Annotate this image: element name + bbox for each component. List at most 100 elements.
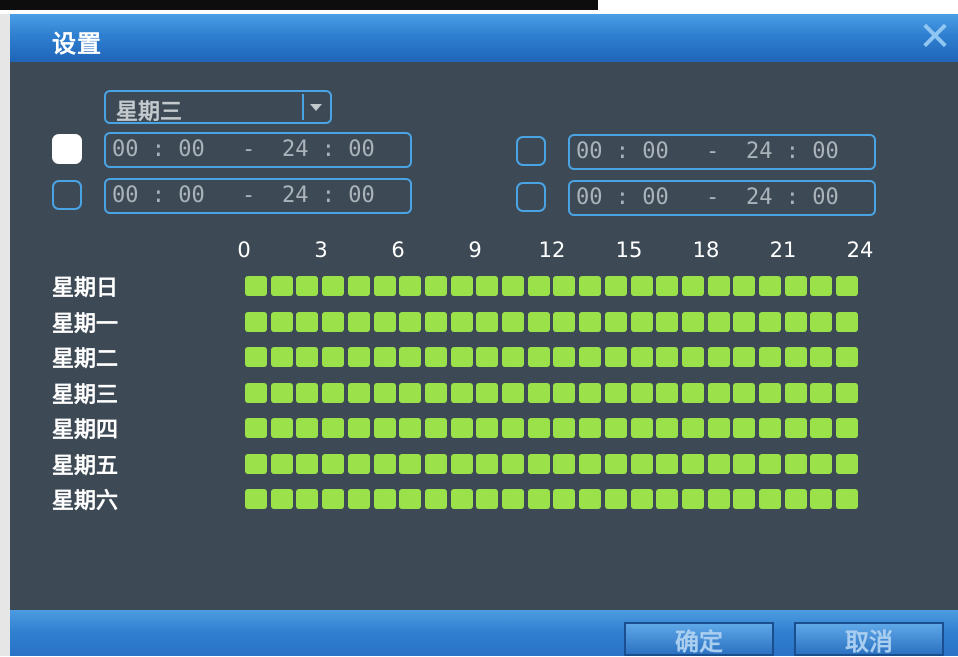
- schedule-cell[interactable]: [759, 312, 781, 332]
- schedule-cell[interactable]: [399, 276, 421, 296]
- schedule-cell[interactable]: [579, 276, 601, 296]
- schedule-cell[interactable]: [245, 418, 267, 438]
- schedule-cell[interactable]: [656, 454, 678, 474]
- schedule-cell[interactable]: [836, 347, 858, 367]
- schedule-cell[interactable]: [579, 489, 601, 509]
- schedule-cell[interactable]: [374, 454, 396, 474]
- schedule-cell[interactable]: [605, 489, 627, 509]
- schedule-cell[interactable]: [785, 276, 807, 296]
- schedule-cell[interactable]: [451, 347, 473, 367]
- schedule-cell[interactable]: [579, 383, 601, 403]
- schedule-cell[interactable]: [579, 454, 601, 474]
- schedule-cell[interactable]: [476, 454, 498, 474]
- schedule-cell[interactable]: [348, 454, 370, 474]
- schedule-cell[interactable]: [271, 454, 293, 474]
- schedule-cell[interactable]: [708, 383, 730, 403]
- schedule-cell[interactable]: [759, 276, 781, 296]
- schedule-cell[interactable]: [682, 489, 704, 509]
- schedule-cell[interactable]: [271, 347, 293, 367]
- schedule-cell[interactable]: [785, 383, 807, 403]
- schedule-cell[interactable]: [322, 454, 344, 474]
- schedule-cell[interactable]: [399, 489, 421, 509]
- schedule-cell[interactable]: [502, 489, 524, 509]
- schedule-cell[interactable]: [759, 489, 781, 509]
- schedule-cell[interactable]: [348, 312, 370, 332]
- schedule-cell[interactable]: [399, 383, 421, 403]
- schedule-cell[interactable]: [502, 383, 524, 403]
- schedule-cell[interactable]: [553, 383, 575, 403]
- schedule-cell[interactable]: [733, 312, 755, 332]
- schedule-cell[interactable]: [502, 276, 524, 296]
- schedule-cell[interactable]: [759, 383, 781, 403]
- period-4-checkbox[interactable]: [516, 182, 546, 212]
- period-4-time-field[interactable]: 00 : 00 - 24 : 00: [568, 180, 876, 216]
- schedule-cell[interactable]: [810, 347, 832, 367]
- schedule-cell[interactable]: [374, 489, 396, 509]
- period-2-start[interactable]: 00 : 00: [112, 183, 205, 208]
- schedule-cell[interactable]: [348, 489, 370, 509]
- schedule-cell[interactable]: [810, 312, 832, 332]
- schedule-cell[interactable]: [579, 418, 601, 438]
- schedule-cell[interactable]: [374, 312, 396, 332]
- schedule-cell[interactable]: [605, 454, 627, 474]
- schedule-cell[interactable]: [836, 489, 858, 509]
- schedule-cell[interactable]: [836, 418, 858, 438]
- schedule-cell[interactable]: [656, 276, 678, 296]
- schedule-cell[interactable]: [425, 383, 447, 403]
- schedule-cell[interactable]: [348, 276, 370, 296]
- schedule-cell[interactable]: [296, 383, 318, 403]
- schedule-cell[interactable]: [425, 418, 447, 438]
- schedule-cell[interactable]: [656, 383, 678, 403]
- schedule-cell[interactable]: [451, 276, 473, 296]
- schedule-cell[interactable]: [785, 347, 807, 367]
- schedule-cell[interactable]: [271, 383, 293, 403]
- schedule-cell[interactable]: [605, 347, 627, 367]
- schedule-cell[interactable]: [733, 418, 755, 438]
- schedule-cell[interactable]: [553, 276, 575, 296]
- schedule-cell[interactable]: [528, 276, 550, 296]
- schedule-cell[interactable]: [553, 418, 575, 438]
- schedule-cell[interactable]: [476, 312, 498, 332]
- schedule-cell[interactable]: [502, 347, 524, 367]
- schedule-cell[interactable]: [502, 454, 524, 474]
- schedule-cell[interactable]: [733, 347, 755, 367]
- schedule-cell[interactable]: [631, 347, 653, 367]
- schedule-cell[interactable]: [631, 312, 653, 332]
- schedule-cell[interactable]: [708, 347, 730, 367]
- schedule-cell[interactable]: [553, 312, 575, 332]
- schedule-cell[interactable]: [296, 312, 318, 332]
- schedule-cell[interactable]: [759, 347, 781, 367]
- schedule-cell[interactable]: [425, 276, 447, 296]
- schedule-cell[interactable]: [245, 454, 267, 474]
- schedule-cell[interactable]: [759, 418, 781, 438]
- schedule-cell[interactable]: [682, 454, 704, 474]
- period-1-checkbox[interactable]: [52, 134, 82, 164]
- schedule-cell[interactable]: [682, 383, 704, 403]
- period-1-start[interactable]: 00 : 00: [112, 137, 205, 162]
- schedule-cell[interactable]: [810, 418, 832, 438]
- schedule-cell[interactable]: [733, 489, 755, 509]
- schedule-cell[interactable]: [682, 418, 704, 438]
- schedule-cell[interactable]: [451, 454, 473, 474]
- schedule-cell[interactable]: [322, 312, 344, 332]
- schedule-cell[interactable]: [271, 489, 293, 509]
- schedule-cell[interactable]: [785, 312, 807, 332]
- period-4-start[interactable]: 00 : 00: [576, 185, 669, 210]
- schedule-cell[interactable]: [451, 489, 473, 509]
- period-3-time-field[interactable]: 00 : 00 - 24 : 00: [568, 134, 876, 170]
- schedule-cell[interactable]: [476, 418, 498, 438]
- schedule-cell[interactable]: [631, 489, 653, 509]
- schedule-cell[interactable]: [682, 347, 704, 367]
- schedule-cell[interactable]: [759, 454, 781, 474]
- schedule-cell[interactable]: [785, 489, 807, 509]
- schedule-cell[interactable]: [271, 418, 293, 438]
- schedule-cell[interactable]: [656, 347, 678, 367]
- schedule-cell[interactable]: [708, 454, 730, 474]
- schedule-cell[interactable]: [374, 276, 396, 296]
- schedule-cell[interactable]: [322, 418, 344, 438]
- schedule-cell[interactable]: [296, 347, 318, 367]
- schedule-cell[interactable]: [708, 276, 730, 296]
- period-2-checkbox[interactable]: [52, 180, 82, 210]
- schedule-cell[interactable]: [682, 312, 704, 332]
- schedule-cell[interactable]: [374, 418, 396, 438]
